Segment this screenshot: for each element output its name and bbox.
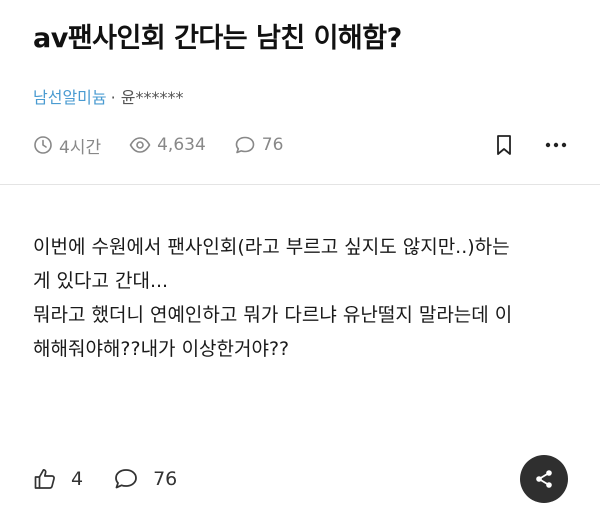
- content-line: 게 있다고 간대...: [33, 270, 169, 292]
- like-button[interactable]: 4: [33, 467, 83, 491]
- post-content: 이번에 수원에서 팬사인회(라고 부르고 싶지도 않지만..)하는 게 있다고 …: [33, 230, 573, 366]
- post-title: av팬사인회 간다는 남친 이해함?: [33, 23, 402, 54]
- post-footer: 4 76: [33, 462, 570, 496]
- content-line: 이번에 수원에서 팬사인회(라고 부르고 싶지도 않지만..)하는: [33, 236, 510, 258]
- board-link[interactable]: 남선알미늄: [33, 88, 107, 107]
- eye-icon: [129, 137, 151, 153]
- more-icon: [545, 142, 567, 148]
- divider: [0, 184, 600, 185]
- views-count: 4,634: [157, 135, 206, 155]
- content-line: 뭐라고 했더니 연예인하고 뭐가 다르냐 유난떨지 말라는데 이: [33, 304, 513, 326]
- clock-icon: [34, 136, 52, 154]
- share-button[interactable]: [520, 455, 568, 503]
- comment-icon: [235, 136, 255, 154]
- bookmark-icon: [497, 135, 511, 155]
- content-line: 해해줘야해??내가 이상한거야??: [33, 338, 290, 360]
- post-meta: 4시간 4,634 76: [33, 131, 570, 159]
- more-button[interactable]: [542, 131, 570, 159]
- post-byline: 남선알미늄 · 윤******: [33, 84, 184, 108]
- post-comments[interactable]: 76: [234, 135, 284, 155]
- bookmark-button[interactable]: [490, 131, 518, 159]
- post-time: 4시간: [33, 133, 101, 158]
- author-name: · 윤******: [110, 88, 184, 107]
- time-label: 4시간: [59, 137, 102, 158]
- comments-count: 76: [261, 135, 284, 155]
- comment-button[interactable]: 76: [113, 467, 177, 491]
- thumbs-up-icon: [34, 468, 55, 489]
- footer-comments-count: 76: [153, 468, 178, 490]
- likes-count: 4: [71, 468, 84, 490]
- comment-icon: [115, 469, 137, 489]
- share-icon: [536, 470, 552, 488]
- post-views: 4,634: [129, 135, 206, 155]
